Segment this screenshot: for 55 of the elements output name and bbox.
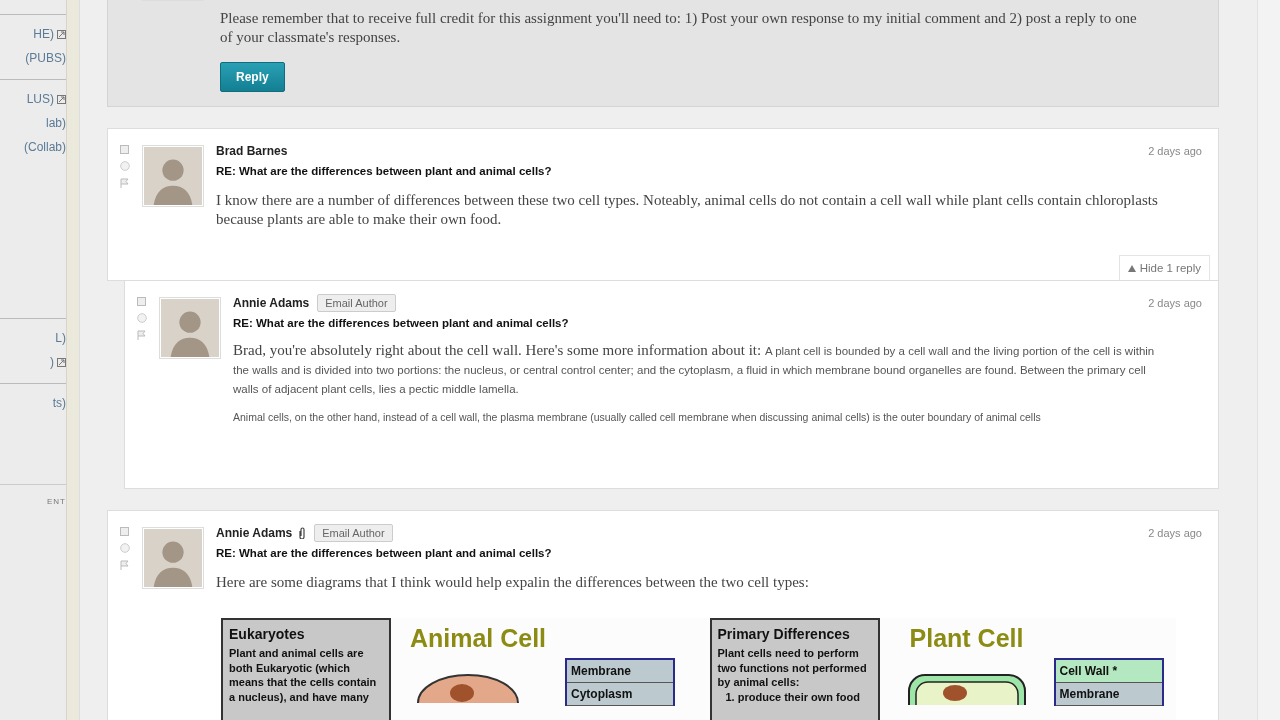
paperclip-icon (298, 527, 307, 539)
circle-icon[interactable] (137, 313, 147, 323)
box-text: Plant and animal cells are both Eukaryotic (which means that the cells contain a nucleus), and have many (229, 646, 378, 704)
external-link-icon (57, 94, 66, 104)
flag-icon[interactable] (120, 560, 129, 570)
box-title: Eukaryotes (229, 626, 306, 642)
list-item: 1. produce their own food (724, 689, 861, 704)
toggle-replies-button[interactable]: Hide 1 reply (1118, 255, 1210, 280)
post-body: Please remember that to receive full credit for this assignment you'll need to: 1) Post your own response to my initial comment and 2) post a reply to one of your classmate's responses. (220, 9, 1138, 47)
external-link-icon (57, 357, 66, 367)
diagram-title: Plant Cell (909, 624, 1024, 653)
circle-icon[interactable] (120, 543, 130, 553)
diagram-label: Cytoplasm (567, 683, 673, 706)
sidebar-link[interactable]: ts) (52, 396, 66, 410)
post-body: Animal cells, on the other hand, instead of a cell wall, the plasma membrane (usually called cell membrane when discussing animal cells) is the outer boundary of animal cells (233, 410, 1042, 424)
sidebar-link[interactable]: lab) (46, 116, 66, 130)
post-time: 2 days ago (1148, 297, 1202, 309)
author-name[interactable]: Annie Adams (216, 526, 293, 540)
box-text: Plant cells need to perform two functions not performed by animal cells: (717, 646, 868, 690)
diagram-label: Membrane (567, 660, 673, 683)
author-name[interactable]: Annie Adams (233, 296, 310, 310)
diagram-label: Membrane (1055, 683, 1162, 706)
flag-icon[interactable] (120, 178, 129, 188)
sidebar-link[interactable]: ENT (47, 497, 66, 506)
post-time: 2 days ago (1148, 145, 1202, 157)
avatar-placeholder (142, 145, 204, 207)
box-title: Primary Differences (717, 626, 851, 642)
author-name[interactable]: Brad Barnes (216, 144, 288, 158)
post-subject: RE: What are the differences between plant and animal cells? (233, 317, 570, 329)
triangle-icon (1127, 264, 1136, 272)
post-body: I know there are a number of differences between these two cell types. Noteably, animal cells do not contain a cell wall while plant cells contain chloroplasts because plants are able to make their own food. (216, 191, 1159, 229)
post-subject: RE: What are the differences between plant and animal cells? (216, 547, 553, 559)
diagram-label: Cell Wall * (1055, 660, 1162, 683)
sidebar-link[interactable]: (Collab) (24, 140, 66, 154)
avatar-placeholder (142, 527, 204, 589)
sidebar-link[interactable]: ) (50, 355, 54, 369)
diagram-title: Animal Cell (409, 624, 547, 653)
avatar-placeholder (159, 297, 221, 359)
sidebar-link[interactable]: L) (55, 331, 66, 345)
email-author-button[interactable]: Email Author (314, 524, 393, 542)
sidebar-link[interactable]: HE) (33, 27, 54, 41)
sidebar-link[interactable]: (PUBS) (25, 51, 66, 65)
select-checkbox[interactable] (120, 527, 129, 536)
external-link-icon (57, 29, 66, 39)
reply-button[interactable]: Reply (220, 62, 285, 92)
sidebar-link[interactable]: LUS) (26, 92, 54, 106)
post-body: Here are some diagrams that I think would help expalin the differences between the two cell types: (216, 573, 810, 592)
post-time: 2 days ago (1148, 527, 1202, 539)
select-checkbox[interactable] (120, 145, 129, 154)
email-author-button[interactable]: Email Author (317, 294, 396, 312)
flag-icon[interactable] (137, 330, 146, 340)
post-subject: RE: What are the differences between plant and animal cells? (216, 165, 553, 177)
post-body: Brad, you're absolutely right about the cell wall. Here's some more information about it: A plant cell is bounded by a cell wall and the living portion of the cell is within the walls and is divided into two portions: the nucleus, or central control center; and the cytoplasm, a fluid in which membrane bound organelles are found. Between the primary cell walls of adjacent plant cells, lies a pectic middle lamella. (233, 341, 1156, 397)
select-checkbox[interactable] (137, 297, 146, 306)
circle-icon[interactable] (120, 161, 130, 171)
